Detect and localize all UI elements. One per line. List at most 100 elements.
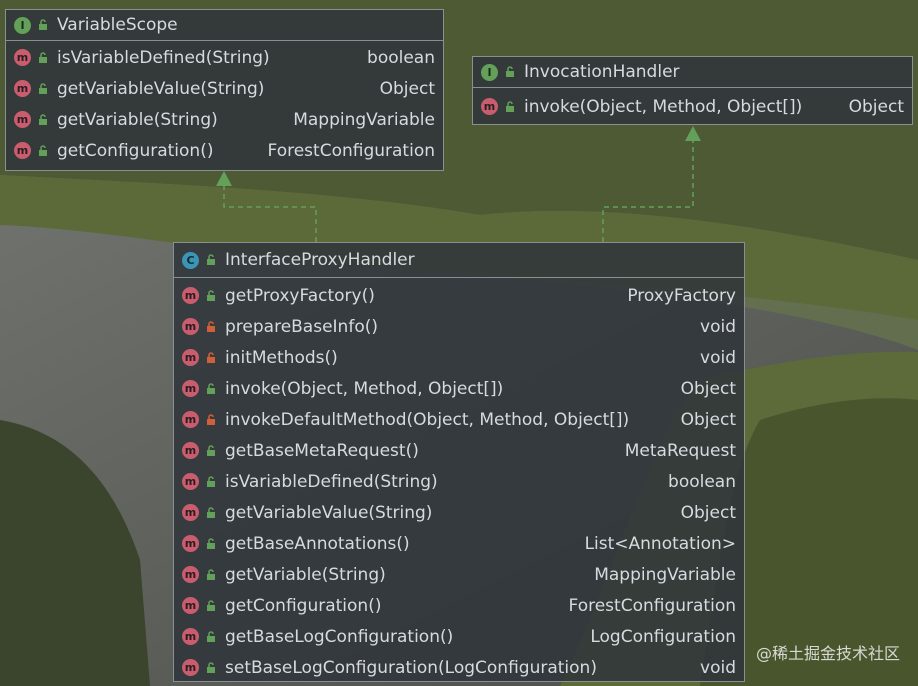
method-name: isVariableDefined(String) [57,47,270,68]
public-lock-icon [205,506,217,519]
method-row[interactable]: m invokeDefaultMethod(Object, Method, Obj… [174,404,744,435]
public-lock-icon [37,51,49,64]
method-row[interactable]: m getBaseMetaRequest() MetaRequest [174,435,744,466]
return-type: void [700,657,736,678]
variablescope-box[interactable]: I VariableScope m isVariableDefined(Stri… [5,9,444,171]
public-lock-icon [205,475,217,488]
public-lock-icon [205,599,217,612]
method-icon: m [14,49,31,66]
method-icon: m [14,80,31,97]
method-icon: m [182,659,199,676]
private-lock-icon [205,320,217,333]
method-name: getVariableValue(String) [57,78,265,99]
method-list: m getProxyFactory() ProxyFactory m prepareBa… [174,278,744,683]
method-name: getVariable(String) [225,564,386,585]
method-icon: m [182,442,199,459]
return-type: void [700,347,736,368]
public-lock-icon [205,289,217,302]
public-lock-icon [37,82,49,95]
interfaceproxyhandler-box[interactable]: C InterfaceProxyHandler m getProxyFactory… [173,242,745,682]
method-row[interactable]: m getConfiguration() ForestConfiguration [6,135,443,166]
public-lock-icon [205,630,217,643]
class-icon: C [182,251,199,269]
return-type: Object [680,502,736,523]
return-type: Object [848,96,904,117]
method-name: setBaseLogConfiguration(LogConfiguration… [225,657,597,678]
public-lock-icon [37,113,49,126]
method-icon: m [182,628,199,645]
method-name: getConfiguration() [57,140,214,161]
method-list: m invoke(Object, Method, Object[]) Objec… [473,88,912,122]
method-icon: m [182,380,199,397]
method-name: invoke(Object, Method, Object[]) [524,96,803,117]
return-type: MappingVariable [293,109,435,130]
method-icon: m [182,411,199,428]
public-lock-icon [504,66,516,78]
method-name: getProxyFactory() [225,285,375,306]
method-name: getBaseLogConfiguration() [225,626,454,647]
return-type: LogConfiguration [590,626,736,647]
return-type: Object [680,409,736,430]
public-lock-icon [205,382,217,395]
method-row[interactable]: m initMethods() void [174,342,744,373]
method-name: isVariableDefined(String) [225,471,438,492]
return-type: boolean [367,47,435,68]
method-name: invoke(Object, Method, Object[]) [225,378,504,399]
box-header[interactable]: I VariableScope [6,10,443,41]
private-lock-icon [205,351,217,364]
method-icon: m [182,318,199,335]
private-lock-icon [205,413,217,426]
method-icon: m [182,473,199,490]
method-row[interactable]: m getVariable(String) MappingVariable [6,104,443,135]
box-header[interactable]: C InterfaceProxyHandler [174,243,744,278]
method-row[interactable]: m getProxyFactory() ProxyFactory [174,280,744,311]
method-icon: m [481,98,498,115]
return-type: ForestConfiguration [568,595,736,616]
method-row[interactable]: m prepareBaseInfo() void [174,311,744,342]
return-type: MappingVariable [594,564,736,585]
method-row[interactable]: m setBaseLogConfiguration(LogConfiguratio… [174,652,744,683]
method-name: initMethods() [225,347,338,368]
public-lock-icon [205,661,217,674]
return-type: Object [680,378,736,399]
method-row[interactable]: m isVariableDefined(String) boolean [174,466,744,497]
interface-icon: I [481,63,498,81]
method-row[interactable]: m getBaseLogConfiguration() LogConfigurati… [174,621,744,652]
method-row[interactable]: m isVariableDefined(String) boolean [6,42,443,73]
public-lock-icon [37,19,49,31]
method-name: getBaseMetaRequest() [225,440,419,461]
box-header[interactable]: I InvocationHandler [473,57,912,88]
method-icon: m [182,349,199,366]
method-row[interactable]: m invoke(Object, Method, Object[]) Objec… [473,91,912,122]
method-row[interactable]: m getVariable(String) MappingVariable [174,559,744,590]
method-row[interactable]: m getVariableValue(String) Object [174,497,744,528]
invocationhandler-box[interactable]: I InvocationHandler m invoke(Object, Met… [472,56,913,125]
watermark: @稀土掘金技术社区 [755,644,900,663]
public-lock-icon [205,537,217,550]
box-title: InvocationHandler [524,62,680,82]
method-name: getVariable(String) [57,109,218,130]
method-name: getVariableValue(String) [225,502,433,523]
method-icon: m [182,535,199,552]
method-row[interactable]: m invoke(Object, Method, Object[]) Object [174,373,744,404]
method-row[interactable]: m getVariableValue(String) Object [6,73,443,104]
method-name: invokeDefaultMethod(Object, Method, Obje… [225,409,630,430]
public-lock-icon [37,144,49,157]
method-list: m isVariableDefined(String) boolean m ge… [6,41,443,166]
return-type: List<Annotation> [584,533,736,554]
method-row[interactable]: m getBaseAnnotations() List<Annotation> [174,528,744,559]
method-icon: m [182,287,199,304]
method-icon: m [182,566,199,583]
method-icon: m [182,504,199,521]
public-lock-icon [205,444,217,457]
public-lock-icon [504,100,516,113]
method-name: getConfiguration() [225,595,382,616]
return-type: void [700,316,736,337]
return-type: ForestConfiguration [267,140,435,161]
method-row[interactable]: m getConfiguration() ForestConfiguration [174,590,744,621]
method-name: getBaseAnnotations() [225,533,410,554]
method-icon: m [14,142,31,159]
public-lock-icon [205,568,217,581]
box-title: VariableScope [57,15,178,35]
interface-icon: I [14,16,31,34]
